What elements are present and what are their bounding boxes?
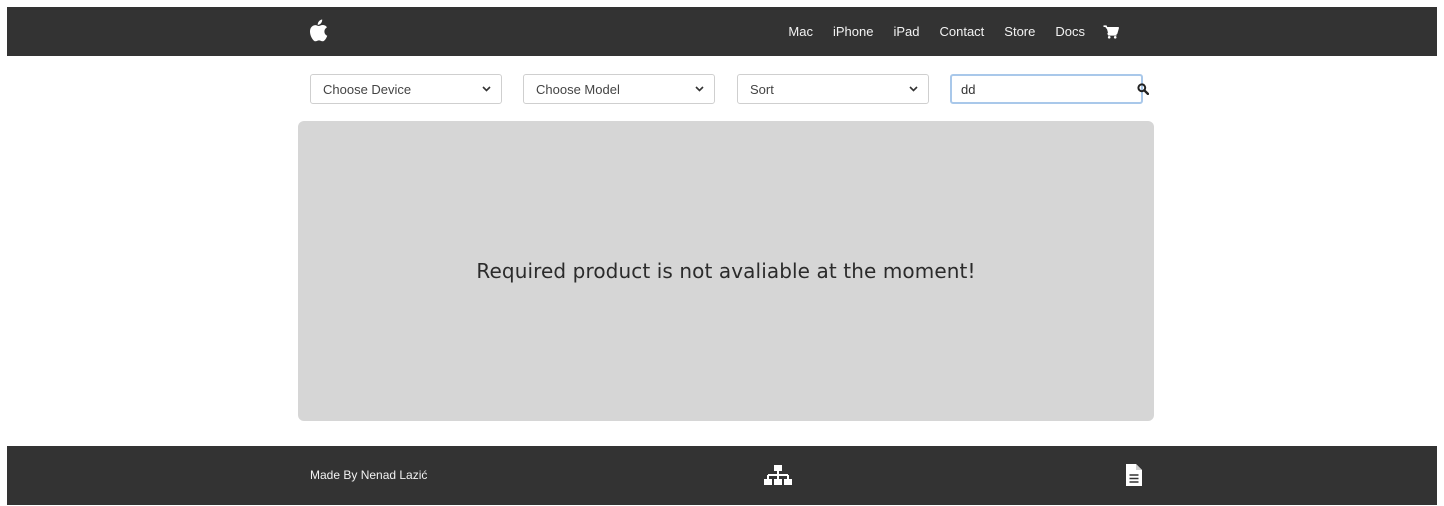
sitemap-icon[interactable] bbox=[762, 464, 794, 488]
search-input[interactable] bbox=[961, 81, 1137, 97]
nav-link-mac[interactable]: Mac bbox=[778, 7, 823, 56]
choose-device-select[interactable]: Choose Device bbox=[310, 74, 502, 104]
document-icon[interactable] bbox=[1125, 463, 1143, 487]
sort-value: Sort bbox=[750, 81, 774, 97]
footer-credit: Made By Nenad Lazić bbox=[310, 468, 428, 482]
filter-bar: Choose Device Choose Model Sort bbox=[0, 74, 1444, 104]
page: Mac iPhone iPad Contact Store Docs Choos… bbox=[0, 0, 1444, 506]
nav-link-store[interactable]: Store bbox=[994, 7, 1045, 56]
search-icon[interactable] bbox=[1137, 82, 1149, 96]
choose-model-value: Choose Model bbox=[536, 81, 620, 97]
chevron-down-icon bbox=[694, 84, 704, 94]
choose-model-select[interactable]: Choose Model bbox=[523, 74, 715, 104]
nav-link-ipad[interactable]: iPad bbox=[883, 7, 929, 56]
chevron-down-icon bbox=[908, 84, 918, 94]
top-navbar: Mac iPhone iPad Contact Store Docs bbox=[7, 7, 1437, 56]
nav-link-iphone[interactable]: iPhone bbox=[823, 7, 883, 56]
nav-link-contact[interactable]: Contact bbox=[929, 7, 994, 56]
footer: Made By Nenad Lazić bbox=[7, 446, 1437, 505]
choose-device-value: Choose Device bbox=[323, 81, 412, 97]
apple-logo-icon[interactable] bbox=[309, 19, 329, 43]
search-box bbox=[950, 74, 1149, 104]
chevron-down-icon bbox=[481, 84, 491, 94]
nav-links: Mac iPhone iPad Contact Store Docs bbox=[778, 7, 1123, 56]
not-available-message: Required product is not avaliable at the… bbox=[476, 259, 976, 283]
product-results-panel: Required product is not avaliable at the… bbox=[298, 121, 1154, 421]
nav-link-docs[interactable]: Docs bbox=[1045, 7, 1095, 56]
shopping-cart-icon[interactable] bbox=[1099, 7, 1123, 56]
sort-select[interactable]: Sort bbox=[737, 74, 929, 104]
